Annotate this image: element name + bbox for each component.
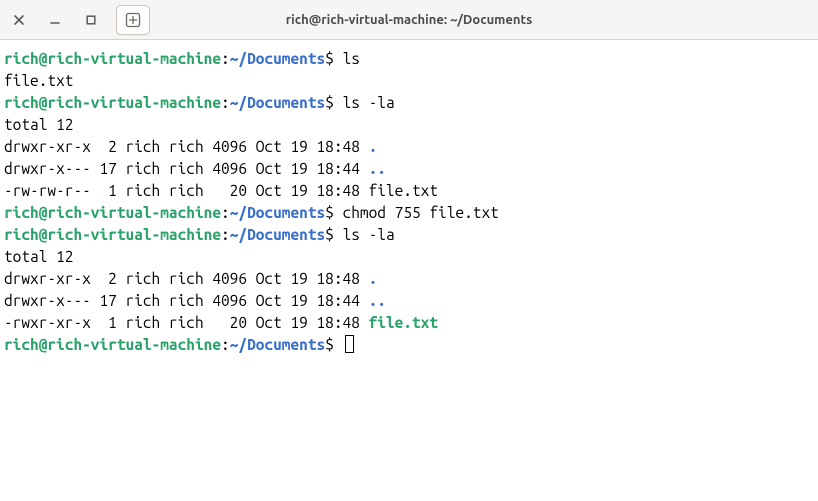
prompt-user: rich@rich-virtual-machine bbox=[4, 204, 221, 221]
terminal-command-line: rich@rich-virtual-machine:~/Documents$ bbox=[4, 334, 814, 356]
terminal-output-line: total 12 bbox=[4, 114, 814, 136]
prompt-path: ~/Documents bbox=[230, 50, 325, 67]
prompt-path: ~/Documents bbox=[230, 94, 325, 111]
terminal-output-line: -rw-rw-r-- 1 rich rich 20 Oct 19 18:48 f… bbox=[4, 180, 814, 202]
close-icon[interactable] bbox=[8, 9, 30, 31]
filename: .. bbox=[369, 160, 386, 177]
terminal-output-line: -rwxr-xr-x 1 rich rich 20 Oct 19 18:48 f… bbox=[4, 312, 814, 334]
terminal-output-line: drwxr-xr-x 2 rich rich 4096 Oct 19 18:48… bbox=[4, 136, 814, 158]
prompt-path: ~/Documents bbox=[230, 226, 325, 243]
new-tab-button[interactable] bbox=[116, 5, 150, 35]
prompt-user: rich@rich-virtual-machine bbox=[4, 94, 221, 111]
terminal-output-line: drwxr-xr-x 2 rich rich 4096 Oct 19 18:48… bbox=[4, 268, 814, 290]
terminal-output-line: drwxr-x--- 17 rich rich 4096 Oct 19 18:4… bbox=[4, 158, 814, 180]
terminal-command-line: rich@rich-virtual-machine:~/Documents$ l… bbox=[4, 224, 814, 246]
prompt-path: ~/Documents bbox=[230, 336, 325, 353]
cursor bbox=[345, 335, 354, 353]
maximize-icon[interactable] bbox=[80, 9, 102, 31]
filename: file.txt bbox=[369, 314, 438, 331]
filename: . bbox=[369, 270, 378, 287]
plus-icon bbox=[125, 12, 141, 28]
prompt-user: rich@rich-virtual-machine bbox=[4, 336, 221, 353]
prompt-user: rich@rich-virtual-machine bbox=[4, 226, 221, 243]
terminal-output-line: total 12 bbox=[4, 246, 814, 268]
window-title: rich@rich-virtual-machine: ~/Documents bbox=[286, 13, 532, 27]
terminal-area[interactable]: rich@rich-virtual-machine:~/Documents$ l… bbox=[0, 40, 818, 360]
terminal-command-line: rich@rich-virtual-machine:~/Documents$ l… bbox=[4, 48, 814, 70]
terminal-command-line: rich@rich-virtual-machine:~/Documents$ c… bbox=[4, 202, 814, 224]
filename: . bbox=[369, 138, 378, 155]
prompt-user: rich@rich-virtual-machine bbox=[4, 50, 221, 67]
prompt-path: ~/Documents bbox=[230, 204, 325, 221]
terminal-command-line: rich@rich-virtual-machine:~/Documents$ l… bbox=[4, 92, 814, 114]
terminal-output-line: drwxr-x--- 17 rich rich 4096 Oct 19 18:4… bbox=[4, 290, 814, 312]
titlebar: rich@rich-virtual-machine: ~/Documents bbox=[0, 0, 818, 40]
filename: .. bbox=[369, 292, 386, 309]
minimize-icon[interactable] bbox=[44, 9, 66, 31]
terminal-output-line: file.txt bbox=[4, 70, 814, 92]
window-controls bbox=[8, 9, 102, 31]
